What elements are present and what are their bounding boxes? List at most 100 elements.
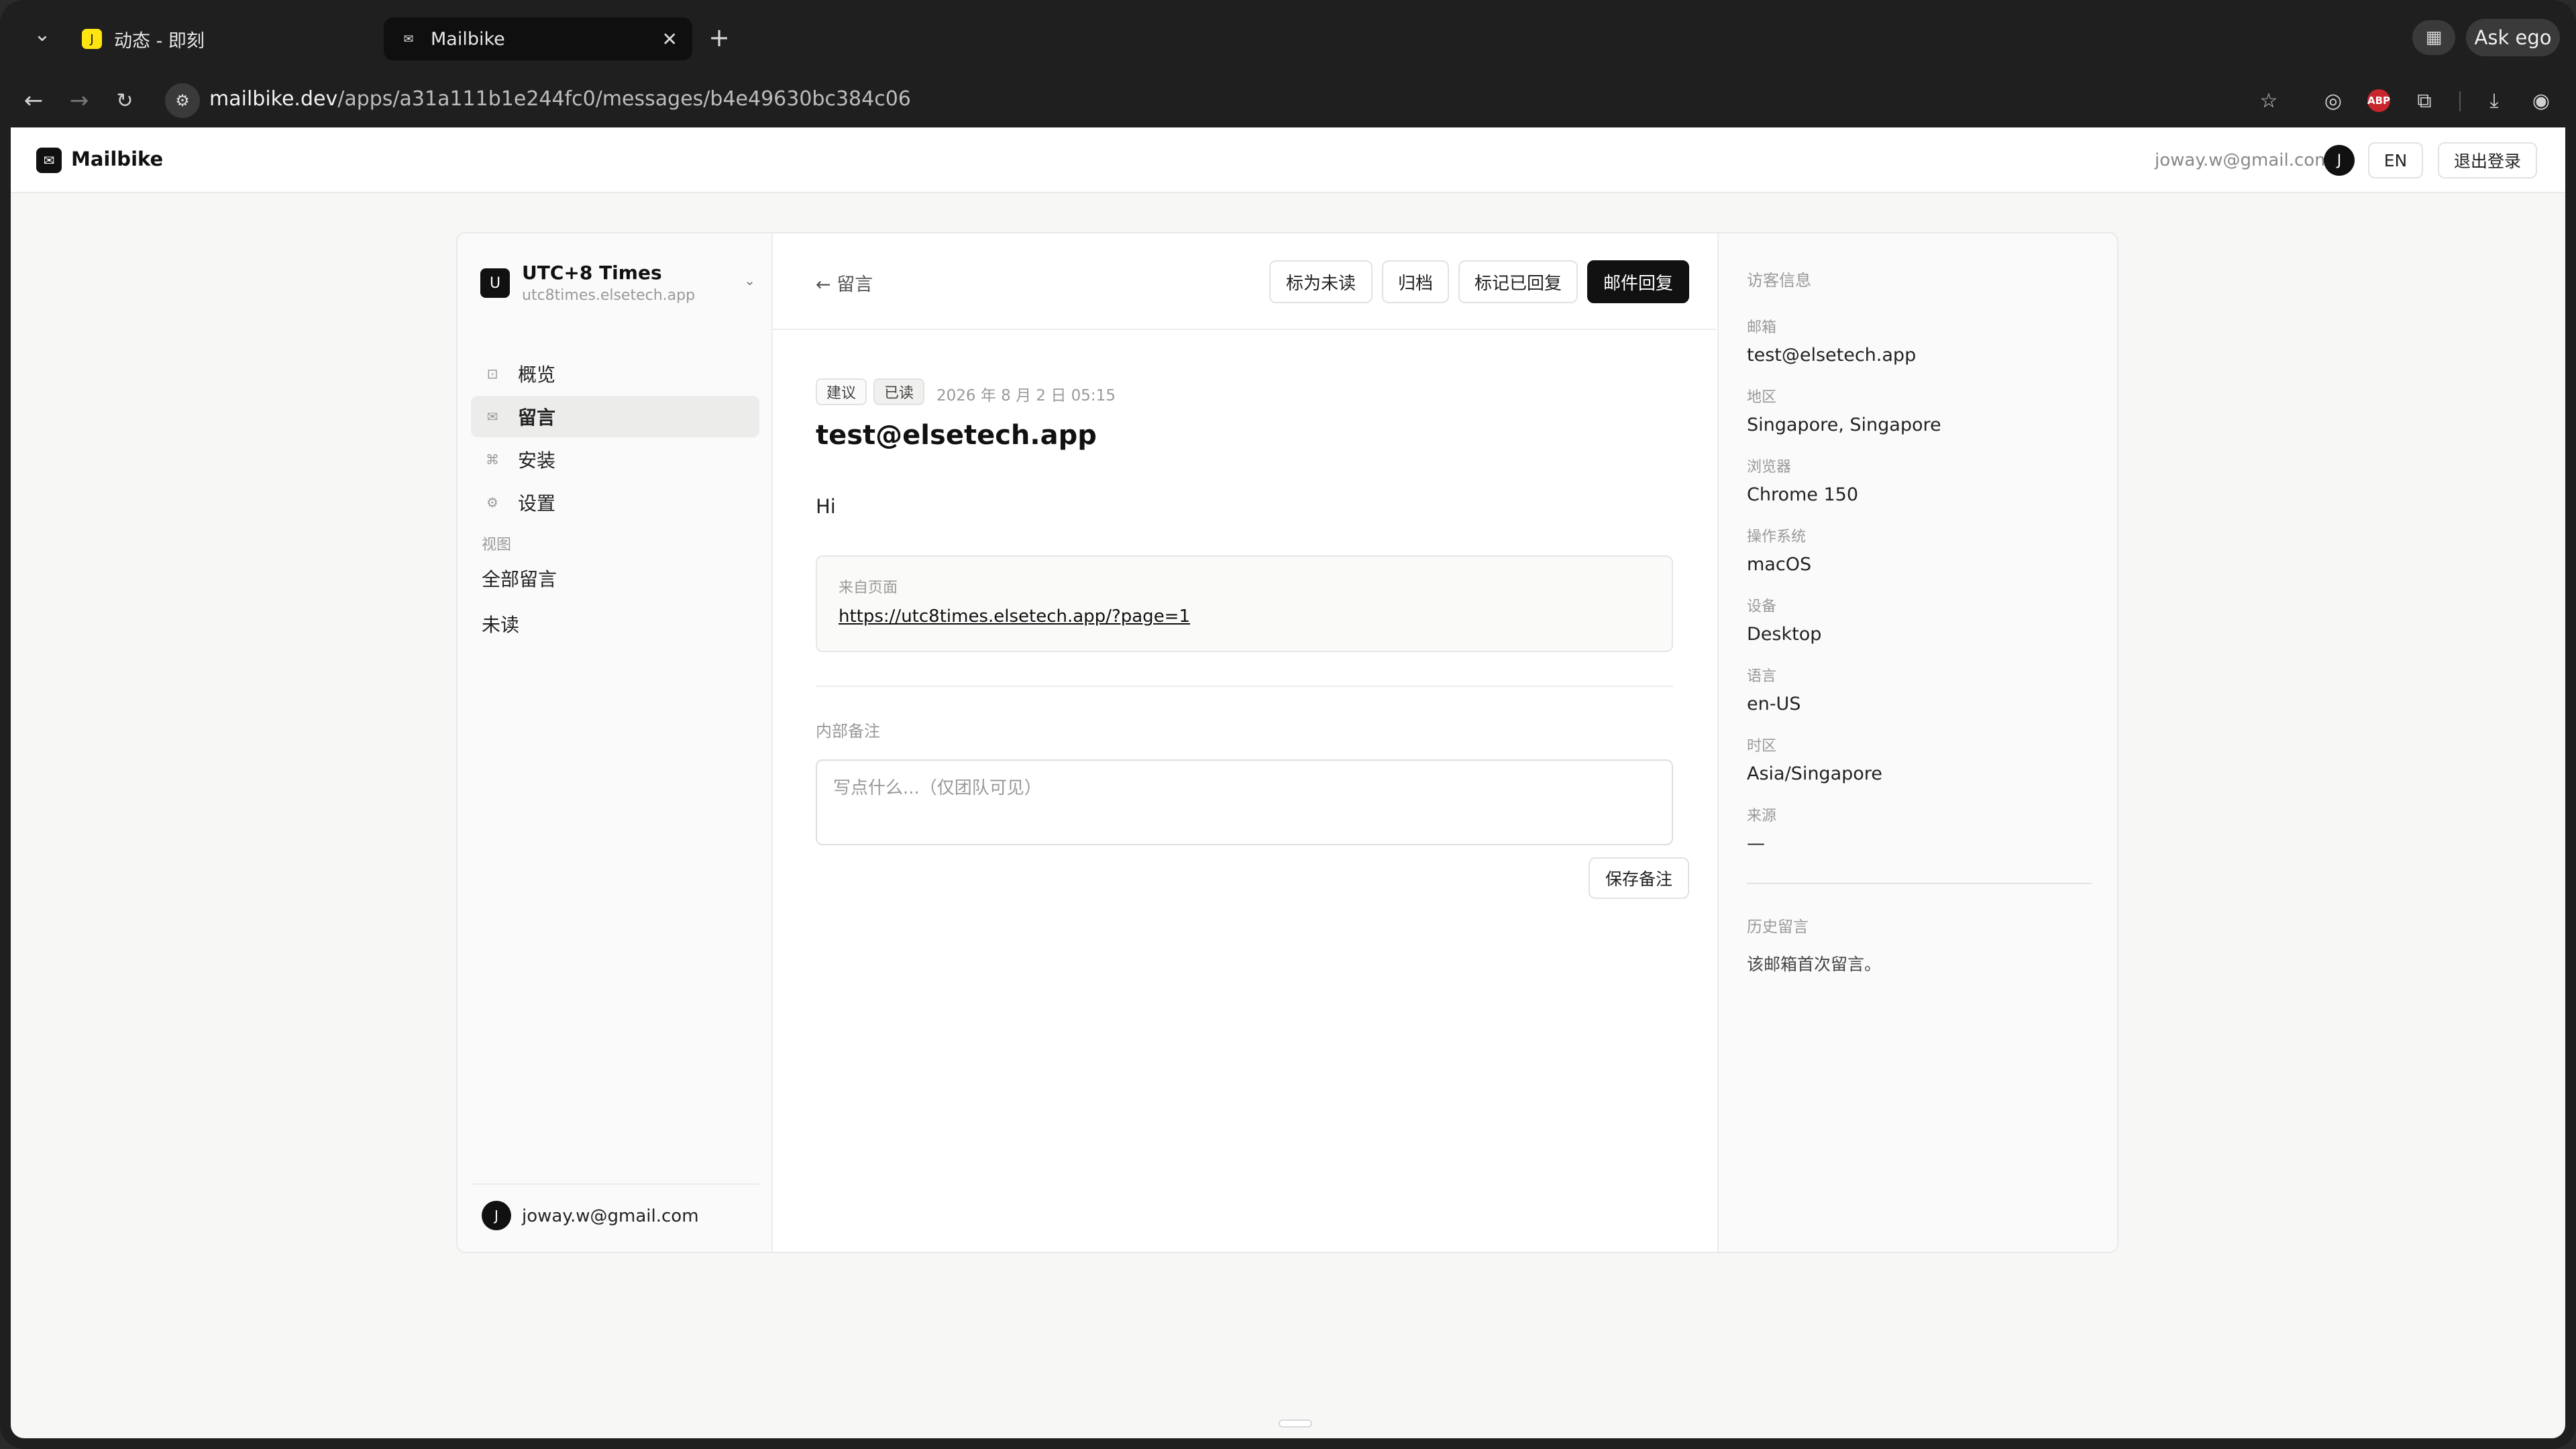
field-label: 邮箱 — [1747, 319, 1777, 336]
view-unread[interactable]: 未读 — [482, 610, 519, 637]
field-value: — — [1747, 833, 1765, 854]
main-card: U UTC+8 Times utc8times.elsetech.app ⌄ ⊡… — [456, 232, 2118, 1253]
sidebar-item-label: 概览 — [518, 364, 556, 386]
avatar[interactable]: J — [2324, 145, 2355, 176]
message-date: 2026 年 8 月 2 日 05:15 — [936, 387, 1116, 405]
sidebar-item-install[interactable]: ⌘ 安装 — [471, 439, 759, 480]
app-domain: utc8times.elsetech.app — [522, 287, 696, 304]
footer-user-email: joway.w@gmail.com — [522, 1206, 699, 1226]
tab-title: Mailbike — [431, 28, 505, 50]
field-label: 操作系统 — [1747, 529, 1807, 545]
overview-icon: ⊡ — [486, 366, 498, 382]
app-header: ✉ Mailbike joway.w@gmail.com J EN 退出登录 — [11, 127, 2565, 193]
page-viewport: ✉ Mailbike joway.w@gmail.com J EN 退出登录 U… — [11, 127, 2565, 1438]
header-user-email: joway.w@gmail.com — [2155, 150, 2332, 170]
sidebar-item-label: 留言 — [518, 407, 556, 429]
archive-button[interactable]: 归档 — [1382, 260, 1449, 303]
sidebar: U UTC+8 Times utc8times.elsetech.app ⌄ ⊡… — [458, 233, 773, 1252]
field-label: 语言 — [1747, 668, 1777, 685]
visitor-field-email: 邮箱 test@elsetech.app — [1747, 315, 2096, 366]
visitor-field-source: 来源 — — [1747, 804, 2096, 854]
scroll-handle[interactable] — [1279, 1419, 1312, 1428]
install-icon: ⌘ — [486, 451, 499, 468]
field-label: 浏览器 — [1747, 459, 1792, 476]
avatar: J — [482, 1201, 511, 1230]
divider — [816, 686, 1673, 687]
ask-ego-button[interactable]: Ask ego — [2466, 19, 2560, 56]
mark-unread-button[interactable]: 标为未读 — [1269, 260, 1373, 303]
source-page-box: 来自页面 https://utc8times.elsetech.app/?pag… — [816, 555, 1673, 652]
sidebar-footer[interactable]: J joway.w@gmail.com — [471, 1183, 759, 1250]
browser-tab-mailbike[interactable]: ✉ Mailbike ✕ — [384, 17, 692, 60]
browser-tab-jike[interactable]: J 动态 - 即刻 — [67, 17, 376, 60]
visitor-field-region: 地区 Singapore, Singapore — [1747, 385, 2096, 435]
url-host: mailbike.dev — [209, 87, 338, 111]
visitor-field-timezone: 时区 Asia/Singapore — [1747, 734, 2096, 784]
reload-icon[interactable]: ↻ — [107, 83, 142, 118]
status-badge: 已读 — [873, 378, 925, 405]
visitor-field-device: 设备 Desktop — [1747, 594, 2096, 645]
field-value: Desktop — [1747, 624, 1822, 645]
url-field[interactable]: mailbike.dev/apps/a31a111b1e244fc0/messa… — [209, 87, 911, 111]
source-page-link[interactable]: https://utc8times.elsetech.app/?page=1 — [839, 606, 1190, 627]
message-sender: test@elsetech.app — [816, 420, 1097, 451]
browser-window: ⌄ J 动态 - 即刻 ✉ Mailbike ✕ + ▦ Ask ego ← →… — [0, 0, 2576, 1449]
language-button[interactable]: EN — [2368, 142, 2423, 178]
site-info-icon[interactable]: ⚙ — [165, 83, 200, 118]
close-icon[interactable]: ✕ — [662, 28, 678, 50]
sidebar-item-overview[interactable]: ⊡ 概览 — [471, 353, 759, 394]
adblock-icon[interactable]: ABP — [2364, 86, 2394, 115]
toolbar-divider — [2459, 91, 2461, 111]
visitor-field-browser: 浏览器 Chrome 150 — [1747, 455, 2096, 505]
app-switcher[interactable]: U UTC+8 Times utc8times.elsetech.app ⌄ — [480, 259, 755, 306]
view-all-messages[interactable]: 全部留言 — [482, 565, 557, 592]
tab-title: 动态 - 即刻 — [114, 30, 205, 52]
message-detail: ← 留言 标为未读 归档 标记已回复 邮件回复 建议 已读 2026 年 8 月… — [773, 233, 1716, 1252]
profile-icon[interactable]: ◉ — [2526, 86, 2556, 115]
internal-notes-input[interactable] — [816, 759, 1673, 845]
tab-search-icon[interactable]: ▦ — [2412, 20, 2455, 55]
field-value: Singapore, Singapore — [1747, 415, 1941, 435]
sidebar-item-settings[interactable]: ⚙ 设置 — [471, 482, 759, 523]
internal-notes-label: 内部备注 — [816, 722, 880, 741]
visitor-field-os: 操作系统 macOS — [1747, 525, 2096, 575]
views-heading: 视图 — [482, 537, 512, 553]
sidebar-item-label: 设置 — [518, 492, 556, 515]
address-bar-row: ← → ↻ ⚙ mailbike.dev/apps/a31a111b1e244f… — [0, 74, 2576, 127]
history-text: 该邮箱首次留言。 — [1747, 955, 1882, 974]
tab-list-chevron-icon[interactable]: ⌄ — [27, 19, 58, 50]
mark-replied-button[interactable]: 标记已回复 — [1458, 260, 1578, 303]
field-label: 设备 — [1747, 598, 1777, 615]
visitor-field-language: 语言 en-US — [1747, 664, 2096, 714]
mailbike-logo-icon[interactable]: ✉ — [36, 148, 62, 173]
mailbike-icon: ✉ — [403, 32, 414, 46]
save-note-button[interactable]: 保存备注 — [1589, 857, 1689, 899]
visitor-info-panel: 访客信息 邮箱 test@elsetech.app 地区 Singapore, … — [1717, 233, 2117, 1252]
extensions-puzzle-icon[interactable]: ⧉ — [2410, 86, 2439, 115]
email-reply-button[interactable]: 邮件回复 — [1587, 260, 1689, 303]
extension-globe-icon[interactable]: ◎ — [2318, 86, 2348, 115]
download-icon[interactable]: ⤓ — [2479, 86, 2509, 115]
message-toolbar: ← 留言 标为未读 归档 标记已回复 邮件回复 — [773, 233, 1716, 330]
back-to-messages-link[interactable]: ← 留言 — [816, 270, 873, 296]
back-arrow-icon[interactable]: ← — [16, 83, 51, 118]
sidebar-item-messages[interactable]: ✉ 留言 — [471, 396, 759, 437]
field-value: en-US — [1747, 694, 1801, 714]
messages-icon: ✉ — [486, 409, 498, 425]
bookmark-star-icon[interactable]: ☆ — [2254, 86, 2284, 115]
new-tab-plus-icon[interactable]: + — [704, 23, 734, 52]
visitor-info-heading: 访客信息 — [1747, 271, 1811, 290]
source-page-label: 来自页面 — [839, 580, 898, 596]
settings-icon: ⚙ — [486, 494, 498, 511]
field-label: 来源 — [1747, 808, 1777, 824]
sidebar-item-label: 安装 — [518, 449, 556, 472]
logout-button[interactable]: 退出登录 — [2438, 142, 2537, 178]
field-value: Chrome 150 — [1747, 484, 1859, 505]
field-value: Asia/Singapore — [1747, 763, 1882, 784]
app-name: UTC+8 Times — [522, 262, 662, 284]
divider — [1747, 883, 2092, 884]
app-logo-text[interactable]: Mailbike — [71, 148, 163, 170]
message-body: Hi — [816, 495, 836, 518]
forward-arrow-icon[interactable]: → — [62, 83, 97, 118]
chevron-down-icon: ⌄ — [744, 272, 755, 288]
